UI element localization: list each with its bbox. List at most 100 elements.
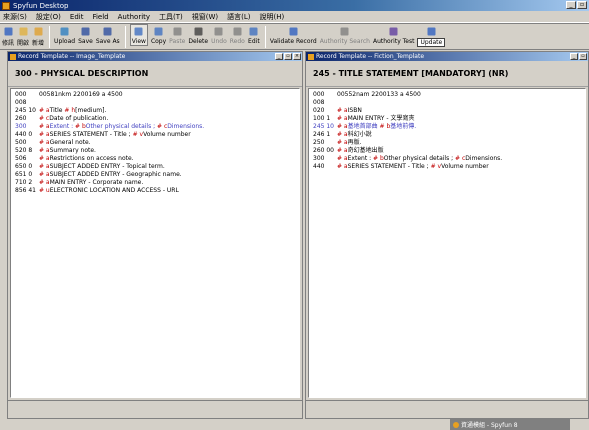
marc-field-line[interactable]: 440 0 # aSERIES STATEMENT - Title ; # vVo… bbox=[15, 131, 297, 139]
marc-field-line[interactable]: 020 # aISBN bbox=[313, 107, 583, 115]
menu-item[interactable]: 視窗(W) bbox=[192, 12, 218, 22]
subfield-code: # a bbox=[337, 115, 348, 122]
menu-item[interactable]: 語言(L) bbox=[227, 12, 250, 22]
marc-field-line[interactable]: 710 2 # aMAIN ENTRY - Corporate name. bbox=[15, 179, 297, 187]
marc-field-line[interactable]: 245 10 # aTitle # h[medium]. bbox=[15, 107, 297, 115]
edit-button[interactable]: Edit bbox=[248, 24, 260, 45]
marc-field-line[interactable]: 100 1 # aMAIN ENTRY - 文學寫夾 bbox=[313, 115, 583, 123]
修訊-button[interactable]: 修訊 bbox=[2, 24, 14, 47]
marc-field-line[interactable]: 000 00581nkm 2200169 a 4500 bbox=[15, 91, 297, 99]
authority-search-button[interactable]: Authority Search bbox=[320, 24, 370, 45]
subfield-text: Dimensions. bbox=[167, 123, 205, 130]
field-value[interactable]: # aSERIES STATEMENT - Title ; # vVolume … bbox=[39, 131, 191, 139]
field-value[interactable]: # a奇幻基地出版 bbox=[337, 147, 384, 155]
menu-item[interactable]: Field bbox=[92, 13, 108, 21]
subfield-code: # a bbox=[337, 123, 348, 130]
field-value[interactable]: # aExtent : # bOther physical details ; … bbox=[39, 123, 204, 131]
marc-field-line[interactable]: 008 bbox=[15, 99, 297, 107]
marc-field-line[interactable]: 260 00 # a奇幻基地出版 bbox=[313, 147, 583, 155]
field-value[interactable]: # aMAIN ENTRY - 文學寫夾 bbox=[337, 115, 414, 123]
right-record-editor[interactable]: 000 00552nam 2200133 a 4500 008 020 # aISBN 1… bbox=[308, 88, 586, 398]
left-record-pane[interactable]: Record Template -- Image_Template _ ▫ × … bbox=[7, 51, 303, 419]
menu-item[interactable]: Edit bbox=[70, 13, 84, 21]
pane-close-button[interactable]: × bbox=[293, 53, 301, 60]
field-value[interactable]: # a基地首部曲 # b基地前傳. bbox=[337, 123, 416, 131]
left-record-editor[interactable]: 000 00581nkm 2200169 a 4500 008 245 10 # aTi… bbox=[10, 88, 300, 398]
marc-field-line[interactable]: 300 # aExtent : # bOther physical details… bbox=[15, 123, 297, 131]
新增-button[interactable]: 新增 bbox=[32, 24, 44, 47]
field-value[interactable]: # aMAIN ENTRY - Corporate name. bbox=[39, 179, 143, 187]
marc-field-line[interactable]: 260 # cDate of publication. bbox=[15, 115, 297, 123]
開啟-button[interactable]: 開啟 bbox=[17, 24, 29, 47]
validate-record-button[interactable]: Validate Record bbox=[270, 24, 317, 45]
left-pane-titlebar[interactable]: Record Template -- Image_Template _ ▫ × bbox=[8, 52, 302, 61]
pane-maximize-button[interactable]: ▫ bbox=[579, 53, 587, 60]
delete-button[interactable]: Delete bbox=[188, 24, 208, 45]
subfield-code: # a bbox=[337, 147, 348, 154]
menu-item[interactable]: 說明(H) bbox=[260, 12, 285, 22]
undo-button[interactable]: Undo bbox=[211, 24, 227, 45]
update-button[interactable]: Update bbox=[417, 24, 446, 47]
pane-maximize-button[interactable]: ▫ bbox=[284, 53, 292, 60]
subfield-code: # c bbox=[157, 123, 168, 130]
subfield-text: Summary note. bbox=[49, 147, 96, 154]
field-value[interactable]: # uELECTRONIC LOCATION AND ACCESS - URL bbox=[39, 187, 179, 195]
field-value[interactable]: # aSERIES STATEMENT - Title ; # vVolume … bbox=[337, 163, 489, 171]
minimize-button[interactable]: _ bbox=[566, 1, 576, 9]
maximize-button[interactable]: ▫ bbox=[577, 1, 587, 9]
menu-item[interactable]: 設定(O) bbox=[36, 12, 61, 22]
save-button[interactable]: Save bbox=[78, 24, 93, 45]
pane-minimize-button[interactable]: _ bbox=[570, 53, 578, 60]
marc-field-line[interactable]: 246 1 # a科幻小說 bbox=[313, 131, 583, 139]
redo-button[interactable]: Redo bbox=[230, 24, 245, 45]
subfield-code: # a bbox=[39, 147, 50, 154]
toolbar-label: Edit bbox=[248, 38, 260, 45]
subfield-code: # v bbox=[132, 131, 144, 138]
right-pane-titlebar[interactable]: Record Template -- Fiction_Template _ ▫ bbox=[306, 52, 588, 61]
field-value[interactable]: # aSUBJECT ADDED ENTRY - Geographic name… bbox=[39, 171, 182, 179]
marc-field-line[interactable]: 856 41 # uELECTRONIC LOCATION AND ACCESS … bbox=[15, 187, 297, 195]
menu-item[interactable]: Authority bbox=[118, 13, 150, 21]
toolbar-label: View bbox=[131, 38, 146, 45]
menu-item[interactable]: 工具(T) bbox=[159, 12, 183, 22]
subfield-text: SERIES STATEMENT - Title ; bbox=[49, 131, 133, 138]
pane-minimize-button[interactable]: _ bbox=[275, 53, 283, 60]
subfield-code: # a bbox=[39, 107, 50, 114]
field-value[interactable]: # cDate of publication. bbox=[39, 115, 108, 123]
field-value[interactable]: # aSummary note. bbox=[39, 147, 96, 155]
field-value[interactable]: # aGeneral note. bbox=[39, 139, 91, 147]
field-value[interactable]: # aExtent : # bOther physical details ; … bbox=[337, 155, 502, 163]
right-record-pane[interactable]: Record Template -- Fiction_Template _ ▫ … bbox=[305, 51, 589, 419]
marc-field-line[interactable]: 650 0 # aSUBJECT ADDED ENTRY - Topical te… bbox=[15, 163, 297, 171]
view-button[interactable]: View bbox=[129, 24, 148, 46]
marc-field-line[interactable]: 300 # aExtent : # bOther physical details… bbox=[313, 155, 583, 163]
field-value[interactable]: # aTitle # h[medium]. bbox=[39, 107, 106, 115]
field-value[interactable]: # a科幻小說 bbox=[337, 131, 372, 139]
marc-field-line[interactable]: 245 10 # a基地首部曲 # b基地前傳. bbox=[313, 123, 583, 131]
subfield-code: # a bbox=[39, 163, 50, 170]
field-value[interactable]: # aRestrictions on access note. bbox=[39, 155, 134, 163]
field-value[interactable]: # aISBN bbox=[337, 107, 362, 115]
menu-item[interactable]: 來源(S) bbox=[3, 12, 27, 22]
marc-field-line[interactable]: 651 0 # aSUBJECT ADDED ENTRY - Geographic… bbox=[15, 171, 297, 179]
field-value[interactable]: # a再版. bbox=[337, 139, 362, 147]
marc-field-line[interactable]: 440 # aSERIES STATEMENT - Title ; # vVolu… bbox=[313, 163, 583, 171]
field-tag: 100 1 bbox=[313, 115, 331, 122]
paste-button[interactable]: Paste bbox=[169, 24, 185, 45]
subfield-code: # v bbox=[430, 163, 442, 170]
field-value[interactable]: 00552nam 2200133 a 4500 bbox=[337, 91, 421, 99]
save-as-button[interactable]: Save As bbox=[96, 24, 120, 45]
subfield-code: # b bbox=[75, 123, 86, 130]
marc-field-line[interactable]: 520 8 # aSummary note. bbox=[15, 147, 297, 155]
marc-field-line[interactable]: 000 00552nam 2200133 a 4500 bbox=[313, 91, 583, 99]
copy-button[interactable]: Copy bbox=[151, 24, 166, 45]
upload-button[interactable]: Upload bbox=[54, 24, 75, 45]
marc-field-line[interactable]: 506 # aRestrictions on access note. bbox=[15, 155, 297, 163]
marc-field-line[interactable]: 500 # aGeneral note. bbox=[15, 139, 297, 147]
marc-field-line[interactable]: 008 bbox=[313, 99, 583, 107]
marc-field-line[interactable]: 250 # a再版. bbox=[313, 139, 583, 147]
field-value[interactable]: 00581nkm 2200169 a 4500 bbox=[39, 91, 123, 99]
authority-test-button[interactable]: Authority Test bbox=[373, 24, 414, 45]
field-value[interactable]: # aSUBJECT ADDED ENTRY - Topical term. bbox=[39, 163, 165, 171]
field-tag: 246 1 bbox=[313, 131, 331, 138]
